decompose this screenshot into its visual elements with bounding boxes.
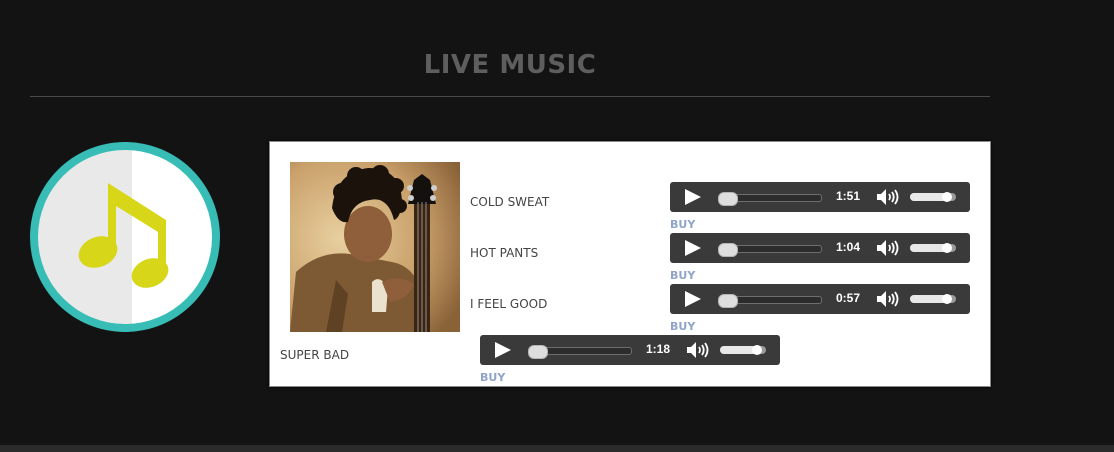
volume-handle[interactable] [752,345,762,355]
seek-handle[interactable] [528,345,548,359]
volume-icon[interactable] [876,239,900,257]
seek-bar[interactable] [718,294,822,308]
play-icon[interactable] [684,189,702,205]
track-title: SUPER BAD [280,348,350,362]
volume-slider[interactable] [910,192,956,202]
footer-bar [0,445,1114,452]
track-title: HOT PANTS [470,246,539,260]
track-title: I FEEL GOOD [470,297,548,311]
volume-slider[interactable] [910,243,956,253]
audio-player: 1:04 [670,233,970,263]
player-card: COLD SWEAT 1:51 BUY HOT PANTS 1:04 BUY I… [269,141,991,387]
track-time: 1:04 [836,240,861,254]
seek-handle[interactable] [718,243,738,257]
audio-player: 1:18 [480,335,780,365]
music-note-icon [78,183,169,288]
volume-slider[interactable] [720,345,766,355]
music-badge [30,142,220,332]
track-time: 1:18 [646,342,671,356]
page-title: LIVE MUSIC [423,50,597,80]
seek-bar[interactable] [718,243,822,257]
play-icon[interactable] [494,342,512,358]
audio-player: 0:57 [670,284,970,314]
buy-link[interactable]: BUY [670,269,695,282]
volume-icon[interactable] [876,290,900,308]
play-icon[interactable] [684,240,702,256]
seek-bar[interactable] [528,345,632,359]
play-icon[interactable] [684,291,702,307]
volume-handle[interactable] [942,243,952,253]
album-art [290,162,460,332]
seek-handle[interactable] [718,192,738,206]
guitarist-photo [290,162,460,332]
volume-handle[interactable] [942,192,952,202]
audio-player: 1:51 [670,182,970,212]
track-time: 1:51 [836,189,861,203]
buy-link[interactable]: BUY [480,371,505,384]
volume-icon[interactable] [686,341,710,359]
buy-link[interactable]: BUY [670,218,695,231]
track-title: COLD SWEAT [470,195,550,209]
buy-link[interactable]: BUY [670,320,695,333]
volume-icon[interactable] [876,188,900,206]
track-time: 0:57 [836,291,861,305]
volume-handle[interactable] [942,294,952,304]
seek-handle[interactable] [718,294,738,308]
volume-slider[interactable] [910,294,956,304]
title-divider [30,96,990,97]
seek-bar[interactable] [718,192,822,206]
